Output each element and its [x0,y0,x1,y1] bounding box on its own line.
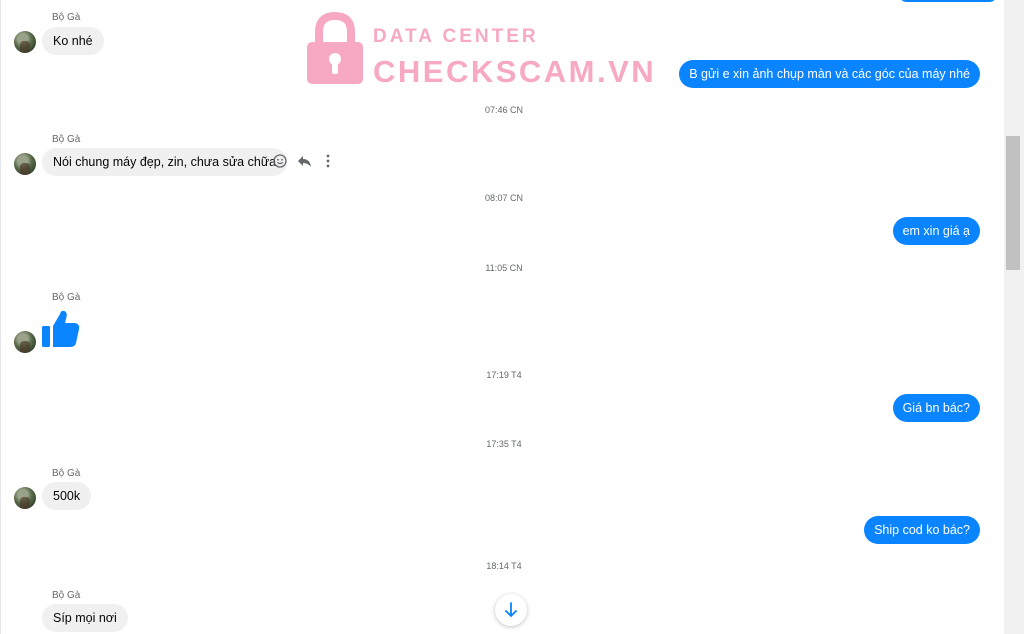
timestamp: 17:35 T4 [486,439,522,449]
outgoing-message[interactable]: Ship cod ko bác? [864,516,980,544]
conversation-thread[interactable]: Bộ Gà Ko nhé B gửi e xin ảnh chụp màn và… [0,0,1004,634]
timestamp: 17:19 T4 [486,370,522,380]
arrow-down-icon [505,602,517,617]
scroll-to-bottom-button[interactable] [495,594,527,626]
message-actions [272,152,336,170]
reply-icon[interactable] [296,152,312,170]
timestamp: 18:14 T4 [486,561,522,571]
avatar[interactable] [14,31,36,53]
sender-name: Bộ Gà [52,590,81,601]
scrollbar-thumb[interactable] [1006,136,1020,270]
sender-name: Bộ Gà [52,292,81,303]
timestamp: 11:05 CN [485,263,523,273]
incoming-message[interactable]: 500k [42,482,92,510]
avatar[interactable] [14,487,36,509]
smiley-icon[interactable] [272,152,288,170]
incoming-message[interactable]: Nói chung máy đẹp, zin, chưa sửa chữa [42,148,288,176]
sender-name: Bộ Gà [52,12,81,23]
scrollbar[interactable] [1004,0,1024,634]
previous-outgoing-bubble[interactable] [898,0,998,2]
more-vertical-icon[interactable] [320,152,336,170]
sender-name: Bộ Gà [52,468,81,479]
avatar[interactable] [14,331,36,353]
avatar[interactable] [14,153,36,175]
timestamp: 08:07 CN [484,193,524,203]
timestamp: 07:46 CN [484,105,524,115]
thumbs-up-icon[interactable] [40,308,82,350]
outgoing-message[interactable]: em xin giá ạ [892,217,980,245]
incoming-message[interactable]: Ko nhé [42,27,104,55]
sender-name: Bộ Gà [52,134,81,145]
incoming-message[interactable]: Síp mọi nơi [42,604,128,632]
outgoing-message[interactable]: Giá bn bác? [892,394,980,422]
outgoing-message[interactable]: B gửi e xin ảnh chụp màn và các góc của … [679,60,980,88]
